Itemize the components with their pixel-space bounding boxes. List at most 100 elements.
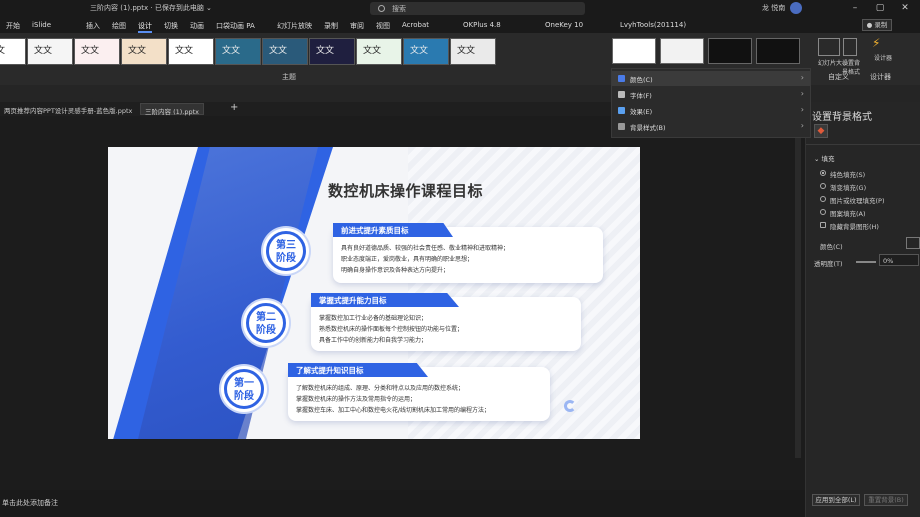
theme-thumbnail[interactable]: 文文 bbox=[450, 38, 496, 65]
avatar[interactable] bbox=[790, 2, 802, 14]
menu-tab[interactable]: 审阅 bbox=[350, 21, 364, 31]
menu-tab[interactable]: 绘图 bbox=[112, 21, 126, 31]
chevron-right-icon: › bbox=[800, 105, 804, 114]
vertical-scrollbar[interactable] bbox=[795, 118, 801, 458]
reset-background-button[interactable]: 重置背景(B) bbox=[864, 494, 908, 506]
menu-tab[interactable]: 设计 bbox=[138, 21, 152, 33]
chevron-right-icon: › bbox=[800, 121, 804, 130]
hide-bg-checkbox[interactable]: 隐藏背景图形(H) bbox=[820, 221, 879, 231]
fill-option-gradient[interactable]: 渐变填充(G) bbox=[820, 182, 866, 192]
doc-tab-active[interactable]: 三阶内容 (1).pptx bbox=[140, 103, 204, 116]
chevron-right-icon: › bbox=[800, 73, 804, 82]
fill-option-pattern[interactable]: 图案填充(A) bbox=[820, 208, 866, 218]
menu-tab[interactable]: 幻灯片放映 bbox=[277, 21, 312, 31]
user-name[interactable]: 龙 悦南 bbox=[762, 3, 785, 13]
radio-icon bbox=[820, 196, 826, 202]
designer-icon[interactable]: ⚡ bbox=[872, 36, 880, 50]
bullet-item: 掌握数控机床的操作方法及常用指令的运用； bbox=[296, 396, 417, 403]
spinner-icon bbox=[564, 400, 576, 412]
fill-option-picture[interactable]: 图片或纹理填充(P) bbox=[820, 195, 885, 205]
radio-icon bbox=[820, 170, 826, 176]
menu-tab[interactable]: LvyhTools(201114) bbox=[620, 21, 686, 29]
search-input[interactable]: 搜索 bbox=[370, 2, 585, 15]
transparency-input[interactable]: 0% bbox=[879, 254, 919, 266]
menu-tab[interactable]: 切换 bbox=[164, 21, 178, 31]
menu-tab[interactable]: 动画 bbox=[190, 21, 204, 31]
font-icon bbox=[618, 91, 625, 98]
variant-thumb[interactable] bbox=[756, 38, 800, 64]
bullet-item: 掌握数控车床、加工中心和数控电火花/线切割机床加工常用的编程方法； bbox=[296, 407, 491, 414]
minimize-icon[interactable]: – bbox=[848, 2, 862, 14]
dropdown-item-bg-styles[interactable]: 背景样式(B) › bbox=[612, 119, 810, 134]
add-tab-icon[interactable]: + bbox=[230, 102, 238, 113]
chevron-right-icon: › bbox=[800, 89, 804, 98]
slide-title: 数控机床操作课程目标 bbox=[328, 182, 484, 200]
close-icon[interactable]: ✕ bbox=[898, 2, 912, 14]
menu-tab[interactable]: Acrobat bbox=[402, 21, 429, 29]
theme-thumbnail[interactable]: 文文 bbox=[121, 38, 167, 65]
dropdown-item-effects[interactable]: 效果(E) › bbox=[612, 103, 810, 118]
stage-circle: 第二 阶段 bbox=[246, 303, 286, 343]
doc-tab[interactable]: 两页推荐内容PPT设计灵感手册-蓝色版.pptx bbox=[0, 103, 136, 115]
menu-tab[interactable]: 录制 bbox=[324, 21, 338, 31]
theme-thumbnail[interactable]: 文文 bbox=[74, 38, 120, 65]
bullet-list: 掌握数控加工行业必备的基础理论知识； 熟悉数控机床的操作面板每个控制按钮的功能与… bbox=[319, 313, 463, 346]
theme-thumbnail[interactable]: 文文 bbox=[403, 38, 449, 65]
pane-divider bbox=[806, 144, 920, 145]
menu-tab[interactable]: 开始 bbox=[6, 21, 20, 31]
theme-thumbnail[interactable]: 文文 bbox=[356, 38, 402, 65]
bullet-item: 熟悉数控机床的操作面板每个控制按钮的功能与位置； bbox=[319, 326, 464, 333]
menu-bar: 开始 iSlide 插入 绘图 设计 切换 动画 口袋动画 PA 幻灯片放映 录制 审阅 视图 Acro… bbox=[0, 17, 920, 33]
variant-thumb[interactable] bbox=[612, 38, 656, 64]
checkbox-icon bbox=[820, 222, 826, 228]
customize-group-label: 自定义 bbox=[828, 73, 849, 81]
stage-circle: 第一 阶段 bbox=[224, 369, 264, 409]
fill-option-solid[interactable]: 纯色填充(S) bbox=[820, 169, 865, 179]
search-icon bbox=[378, 5, 385, 12]
bg-style-icon bbox=[618, 123, 625, 130]
theme-thumbnail[interactable]: 文文 bbox=[309, 38, 355, 65]
dropdown-item-colors[interactable]: 颜色(C) › bbox=[612, 71, 810, 86]
theme-thumbnail[interactable]: 文文 bbox=[262, 38, 308, 65]
transparency-label: 透明度(T) bbox=[814, 260, 843, 268]
fill-section-header[interactable]: ⌄ 填充 bbox=[814, 153, 835, 163]
format-background-icon[interactable] bbox=[843, 38, 857, 56]
color-picker[interactable] bbox=[906, 237, 920, 249]
transparency-slider[interactable] bbox=[856, 261, 876, 263]
color-label: 颜色(C) bbox=[820, 243, 843, 251]
variant-thumb[interactable] bbox=[660, 38, 704, 64]
notes-placeholder[interactable]: 单击此处添加备注 bbox=[2, 498, 58, 508]
dropdown-item-fonts[interactable]: 字体(F) › bbox=[612, 87, 810, 102]
stage-circle: 第三 阶段 bbox=[266, 231, 306, 271]
fill-bucket-icon[interactable]: ◆ bbox=[814, 124, 828, 138]
slide[interactable]: 数控机床操作课程目标 前进式提升素质目标 具有良好道德品质、较强的社会责任感、敬… bbox=[108, 147, 640, 439]
bullet-list: 具有良好道德品质、较强的社会责任感、敬业精神和进取精神； 职业态度端正，爱岗敬业… bbox=[341, 243, 509, 276]
theme-thumbnail[interactable]: 文文 bbox=[27, 38, 73, 65]
document-title: 三阶内容 (1).pptx · 已保存到此电脑 ⌄ bbox=[90, 4, 212, 12]
effects-icon bbox=[618, 107, 625, 114]
notes-bar: 单击此处添加备注 bbox=[0, 490, 805, 517]
menu-tab[interactable]: 插入 bbox=[86, 21, 100, 31]
theme-thumbnail[interactable]: 文文 bbox=[0, 38, 26, 65]
menu-tab[interactable]: OneKey 10 bbox=[545, 21, 583, 29]
theme-thumbnail[interactable]: 文文 bbox=[215, 38, 261, 65]
variant-thumb[interactable] bbox=[708, 38, 752, 64]
designer-button[interactable]: 设计器 bbox=[874, 53, 892, 62]
bullet-item: 掌握数控加工行业必备的基础理论知识； bbox=[319, 315, 428, 322]
menu-tab[interactable]: iSlide bbox=[32, 21, 51, 29]
stage-heading: 掌握式提升能力目标 bbox=[311, 293, 459, 307]
variants-dropdown: 颜色(C) › 字体(F) › 效果(E) › 背景样式(B) › bbox=[611, 68, 811, 138]
apply-all-button[interactable]: 应用到全部(L) bbox=[812, 494, 860, 506]
designer-group-label: 设计器 bbox=[870, 73, 891, 81]
theme-thumbnail[interactable]: 文文 bbox=[168, 38, 214, 65]
menu-tab[interactable]: 口袋动画 PA bbox=[216, 21, 255, 31]
format-background-pane: 设置背景格式 ◆ ⌄ 填充 纯色填充(S) 渐变填充(G) 图片或纹理填充(P)… bbox=[805, 102, 920, 517]
menu-tab[interactable]: 视图 bbox=[376, 21, 390, 31]
slide-size-icon[interactable] bbox=[818, 38, 840, 56]
record-button[interactable]: ● 录制 bbox=[862, 19, 892, 31]
stage-heading: 前进式提升素质目标 bbox=[333, 223, 453, 237]
bullet-item: 了解数控机床的组成、原理、分类和特点以及应用的数控系统； bbox=[296, 385, 465, 392]
maximize-icon[interactable]: ▢ bbox=[873, 2, 887, 14]
bullet-list: 了解数控机床的组成、原理、分类和特点以及应用的数控系统； 掌握数控机床的操作方法… bbox=[296, 383, 490, 416]
menu-tab[interactable]: OKPlus 4.8 bbox=[463, 21, 501, 29]
